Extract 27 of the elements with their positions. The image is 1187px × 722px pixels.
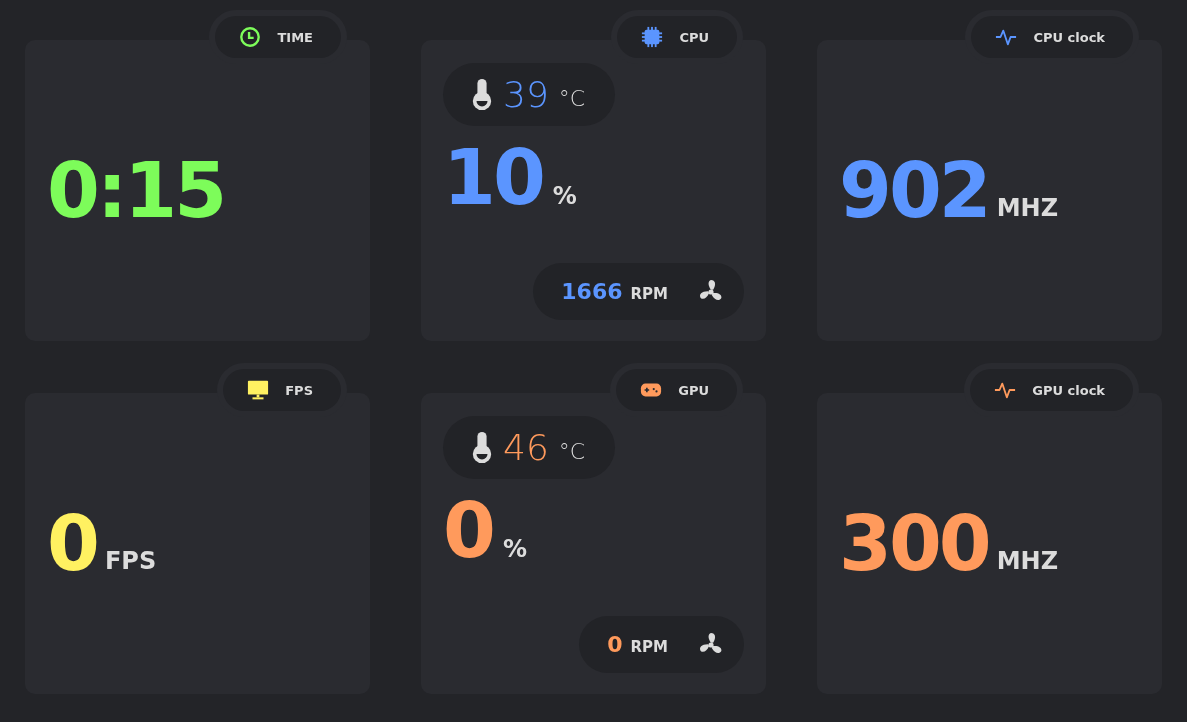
temperature-value: 46 [503, 427, 549, 468]
thermometer-icon [471, 78, 493, 111]
temperature-unit: °C [558, 438, 586, 464]
metric-unit: MHZ [996, 546, 1059, 575]
metric-value: 300 [839, 505, 989, 582]
metric-value: 0 [47, 505, 97, 582]
usage-value: 0 [443, 493, 493, 569]
temperature-unit: °C [558, 85, 586, 111]
tab-label: GPU clock [1032, 382, 1105, 398]
metric-value: 902 [839, 152, 989, 229]
thermometer-icon [471, 431, 493, 464]
fan-speed-value: 1666 [561, 279, 623, 304]
fan-speed-unit: RPM [630, 283, 668, 303]
fan-speed-value: 0 [607, 632, 623, 657]
metric-unit: MHZ [996, 193, 1059, 222]
elapsed-time: 0:15 [47, 152, 225, 229]
temperature-value: 39 [503, 74, 549, 115]
usage-unit: % [502, 535, 527, 563]
usage-unit: % [552, 182, 577, 210]
metric-unit: FPS [104, 546, 157, 575]
usage-value: 10 [443, 140, 543, 216]
tab-label: CPU clock [1033, 29, 1105, 45]
tab-label: TIME [277, 29, 313, 45]
tab-label: GPU [678, 382, 709, 398]
fan-speed-unit: RPM [630, 636, 668, 656]
tab-label: FPS [285, 382, 313, 398]
tab-label: CPU [679, 29, 709, 45]
